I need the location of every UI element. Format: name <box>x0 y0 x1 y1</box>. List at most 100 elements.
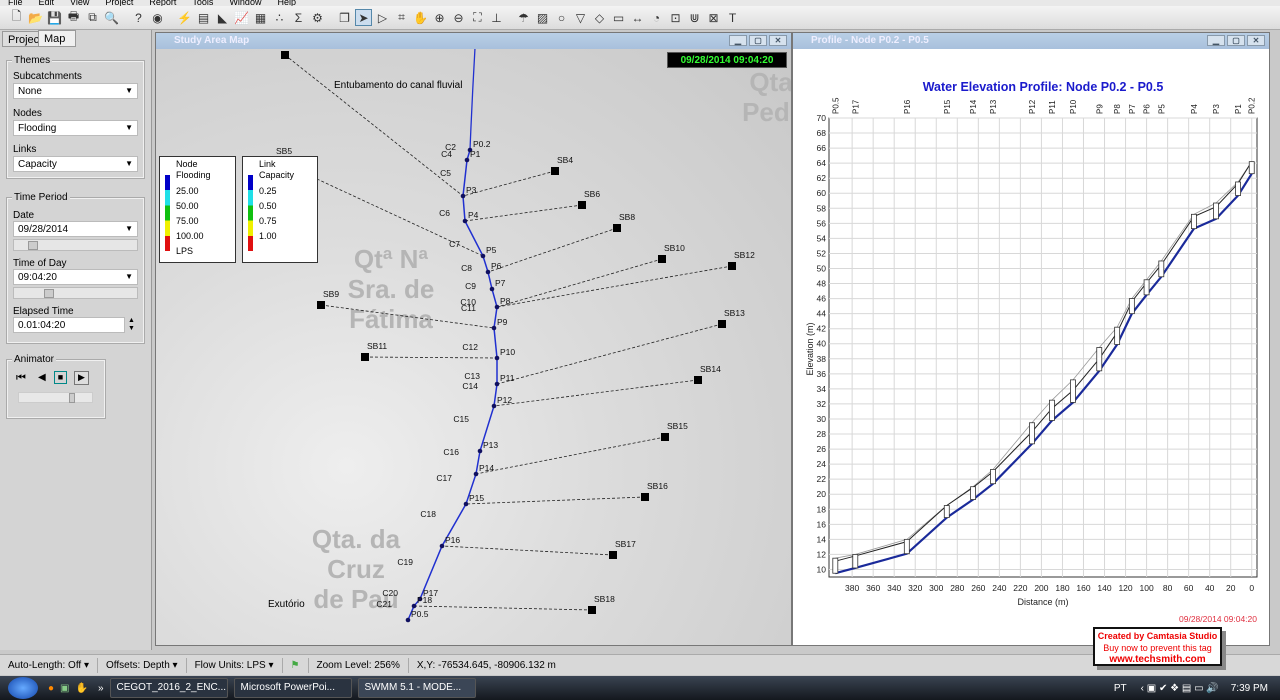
tray-icons[interactable]: ‹ ▣ ✔ ❖ ▤ ▭ 🔊 <box>1141 683 1219 694</box>
more-icon[interactable]: » <box>98 683 104 694</box>
node-label: P0.5 <box>831 97 840 114</box>
watermark-line: www.techsmith.com <box>1109 654 1206 665</box>
elapsed-time-label: Elapsed Time <box>13 306 74 317</box>
map-title-bar: Study Area Map ▁ ▢ ✕ <box>156 33 791 49</box>
x-tick-label: 220 <box>1013 583 1027 593</box>
hand-icon[interactable]: ✋ <box>76 683 88 694</box>
auto-length-status[interactable]: Auto-Length: Off ▾ <box>0 657 99 673</box>
task-label: CEGOT_2016_2_ENC... <box>116 682 227 693</box>
slider-thumb[interactable] <box>69 393 75 403</box>
print-icon[interactable]: 🖶 <box>65 9 82 26</box>
open-icon[interactable]: 📂 <box>27 9 44 26</box>
scatter-plot-icon[interactable]: ∴ <box>271 9 288 26</box>
y-tick-label: 10 <box>817 564 827 574</box>
flow-units-status[interactable]: Flow Units: LPS ▾ <box>187 657 283 673</box>
time-of-day-select[interactable]: 09:04:20 ▼ <box>13 269 138 285</box>
taskbar-item-active[interactable]: SWMM 5.1 - MODE... <box>357 678 476 698</box>
overview-map-icon[interactable]: ◉ <box>149 9 166 26</box>
time-series-icon[interactable]: 📈 <box>233 9 250 26</box>
table-icon[interactable]: ▦ <box>252 9 269 26</box>
play-icon[interactable]: ▶ <box>74 371 89 385</box>
pan-icon[interactable]: ✋ <box>412 9 429 26</box>
storage-icon[interactable]: ▭ <box>610 9 627 26</box>
stop-icon[interactable]: ■ <box>54 371 67 384</box>
subcatchment-icon[interactable]: ▨ <box>534 9 551 26</box>
offsets-status[interactable]: Offsets: Depth ▾ <box>98 657 187 673</box>
arrange-icon[interactable]: ❐ <box>336 9 353 26</box>
rewind-icon[interactable]: ⏮ <box>16 372 26 385</box>
language-indicator[interactable]: PT <box>1114 683 1127 694</box>
run-icon[interactable]: ⚡ <box>176 9 193 26</box>
tab-map[interactable]: Map <box>38 30 76 47</box>
elapsed-time-input[interactable]: 0.01:04:20 <box>13 317 125 333</box>
legend-color-bar <box>248 175 253 251</box>
node-box <box>990 468 996 485</box>
rain-gage-icon[interactable]: ☂ <box>515 9 532 26</box>
close-button[interactable]: ✕ <box>1247 35 1265 46</box>
node-label: P12 <box>497 395 512 405</box>
taskbar-item[interactable]: Microsoft PowerPoi... <box>233 678 352 698</box>
subcatchment-marker <box>641 493 649 501</box>
slider-thumb[interactable] <box>44 289 54 298</box>
weir-icon[interactable]: ⋓ <box>686 9 703 26</box>
query-icon[interactable]: ? <box>130 9 147 26</box>
desktop-icon[interactable]: ▣ <box>60 683 69 694</box>
date-select[interactable]: 09/28/2014 ▼ <box>13 221 138 237</box>
elapsed-time-spinner[interactable]: ▲ ▼ <box>128 317 135 333</box>
maximize-button[interactable]: ▢ <box>1227 35 1245 46</box>
zoom-in-icon[interactable]: ⊕ <box>431 9 448 26</box>
statistics-icon[interactable]: Σ <box>290 9 307 26</box>
firefox-icon[interactable]: ● <box>48 683 54 694</box>
junction-icon[interactable]: ○ <box>553 9 570 26</box>
outlet-icon[interactable]: ⊠ <box>705 9 722 26</box>
close-button[interactable]: ✕ <box>769 35 787 46</box>
subcatchments-select[interactable]: None ▼ <box>13 83 138 99</box>
nodes-select[interactable]: Flooding ▼ <box>13 120 138 136</box>
maximize-button[interactable]: ▢ <box>749 35 767 46</box>
link-capacity-legend[interactable]: Link Capacity 0.25 0.50 0.75 1.00 <box>242 156 318 263</box>
full-extent-icon[interactable]: ⛶ <box>469 9 486 26</box>
map-canvas[interactable]: Qta. da Cruz de Pau Qta Pedr Qtª Nª Sra.… <box>156 49 791 645</box>
zoom-out-icon[interactable]: ⊖ <box>450 9 467 26</box>
slider-thumb[interactable] <box>28 241 38 250</box>
measure-icon[interactable]: ⊥ <box>488 9 505 26</box>
animation-speed-slider[interactable] <box>18 392 93 403</box>
time-of-day-slider[interactable] <box>13 287 138 299</box>
start-button[interactable] <box>8 677 38 699</box>
taskbar-item[interactable]: CEGOT_2016_2_ENC... <box>109 678 228 698</box>
select-region-icon[interactable]: ⌗ <box>393 9 410 26</box>
status-report-icon[interactable]: ▤ <box>195 9 212 26</box>
options-icon[interactable]: ⚙ <box>309 9 326 26</box>
links-select[interactable]: Capacity ▼ <box>13 156 138 172</box>
profile-plot-icon[interactable]: ◣ <box>214 9 231 26</box>
pump-icon[interactable]: ◔ <box>648 9 665 26</box>
clock[interactable]: 7:39 PM <box>1231 683 1268 694</box>
orifice-icon[interactable]: ⊡ <box>667 9 684 26</box>
text-icon[interactable]: T <box>724 9 741 26</box>
legend-unit: LPS <box>176 246 194 256</box>
select-object-icon[interactable]: ➤ <box>355 9 372 26</box>
new-icon[interactable]: 🗋 <box>8 9 25 26</box>
copy-icon[interactable]: ⧉ <box>84 9 101 26</box>
node-flooding-legend[interactable]: Node Flooding 25.00 50.00 75.00 100.00 L… <box>159 156 236 263</box>
divider-icon[interactable]: ◇ <box>591 9 608 26</box>
conduit-icon[interactable]: ↔ <box>629 9 646 26</box>
conduit-label: C6 <box>439 208 450 218</box>
legend-title: Flooding <box>176 170 211 180</box>
subcatchment-outlet-line <box>496 258 663 308</box>
offsets-text: Offsets: Depth <box>106 659 170 671</box>
outfall-icon[interactable]: ▽ <box>572 9 589 26</box>
step-back-icon[interactable]: ◀ <box>38 372 46 383</box>
x-tick-label: 360 <box>866 583 880 593</box>
node-label: P3 <box>466 185 477 195</box>
subcatchment-label: SB6 <box>584 189 600 199</box>
node-label: P6 <box>1143 104 1152 114</box>
y-tick-label: 18 <box>817 504 827 514</box>
minimize-button[interactable]: ▁ <box>1207 35 1225 46</box>
minimize-button[interactable]: ▁ <box>729 35 747 46</box>
save-icon[interactable]: 💾 <box>46 9 63 26</box>
date-slider[interactable] <box>13 239 138 251</box>
select-vertex-icon[interactable]: ▷ <box>374 9 391 26</box>
network-layer: P0.2P1 P3 P4 P5 P6 P7 P8 P9 P10 P11 P12 P13 P14 P15 P1… <box>275 51 755 623</box>
find-icon[interactable]: 🔍 <box>103 9 120 26</box>
